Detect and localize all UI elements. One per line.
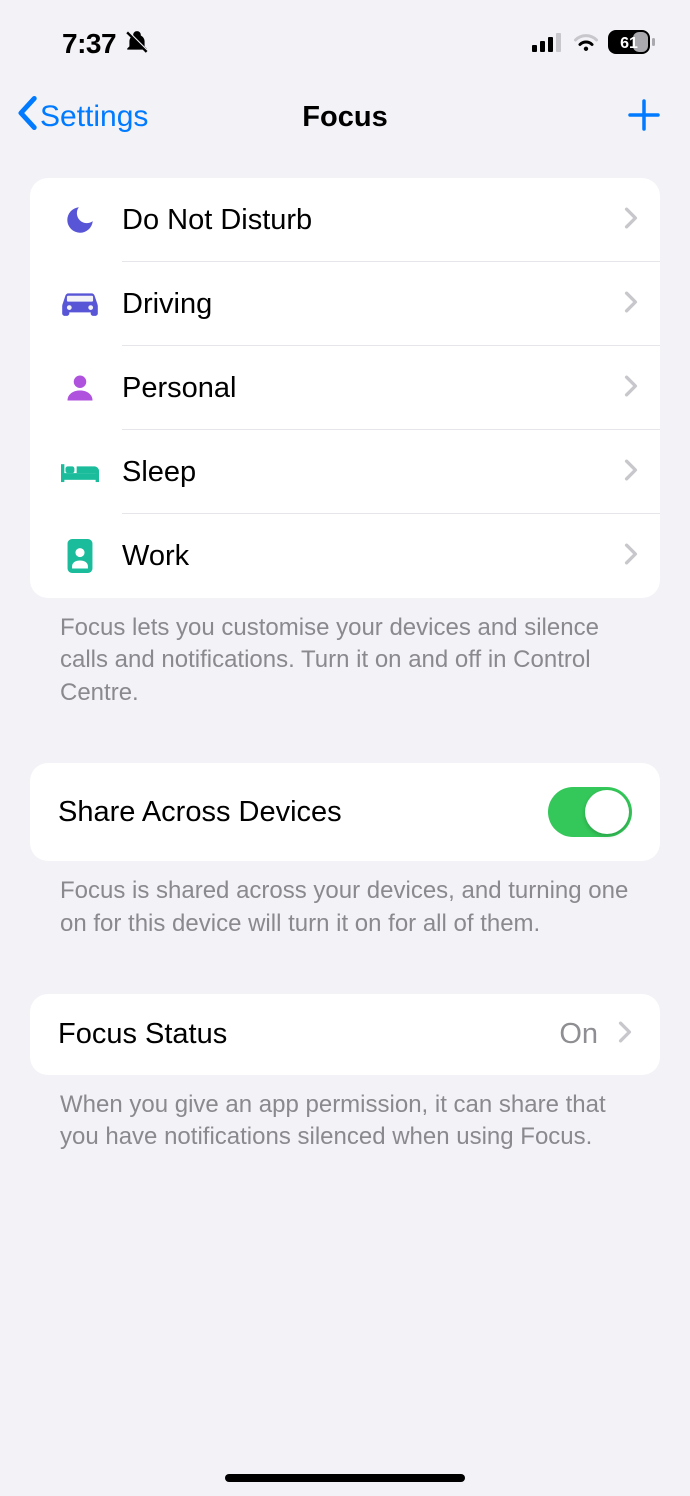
focus-modes-list: Do Not Disturb Driving <box>30 178 660 598</box>
list-label: Personal <box>122 372 624 405</box>
status-bar: 7:37 <box>0 0 690 70</box>
back-label: Settings <box>40 100 148 134</box>
focus-status-row[interactable]: Focus Status On <box>30 994 660 1075</box>
page-title: Focus <box>302 101 387 134</box>
car-icon <box>56 289 104 319</box>
focus-status-section: Focus Status On <box>30 994 660 1075</box>
focus-footer: Focus lets you customise your devices an… <box>30 598 660 709</box>
status-footer: When you give an app permission, it can … <box>30 1075 660 1154</box>
svg-text:61: 61 <box>620 35 638 52</box>
chevron-right-icon <box>624 543 638 570</box>
list-label: Work <box>122 540 624 573</box>
chevron-right-icon <box>624 207 638 234</box>
chevron-right-icon <box>624 459 638 486</box>
nav-bar: Settings Focus <box>0 70 690 158</box>
plus-icon <box>626 120 662 137</box>
focus-item-driving[interactable]: Driving <box>30 262 660 346</box>
list-label: Sleep <box>122 456 624 489</box>
badge-icon <box>56 539 104 573</box>
silent-icon <box>124 29 150 60</box>
status-right: 61 <box>532 30 656 59</box>
list-label: Driving <box>122 288 624 321</box>
moon-icon <box>56 203 104 237</box>
content: Do Not Disturb Driving <box>0 158 690 1154</box>
wifi-icon <box>572 31 600 58</box>
status-left: 7:37 <box>62 28 150 60</box>
status-time: 7:37 <box>62 28 116 60</box>
person-icon <box>56 373 104 403</box>
cellular-icon <box>532 32 564 57</box>
chevron-right-icon <box>624 375 638 402</box>
home-indicator[interactable] <box>225 1474 465 1482</box>
add-button[interactable] <box>626 97 662 138</box>
focus-item-personal[interactable]: Personal <box>30 346 660 430</box>
share-label: Share Across Devices <box>58 796 342 829</box>
share-row: Share Across Devices <box>30 763 660 861</box>
share-section: Share Across Devices <box>30 763 660 861</box>
chevron-left-icon <box>16 96 38 138</box>
focus-status-label: Focus Status <box>58 1018 227 1051</box>
toggle-knob <box>585 790 629 834</box>
focus-item-work[interactable]: Work <box>30 514 660 598</box>
chevron-right-icon <box>624 291 638 318</box>
chevron-right-icon <box>618 1021 632 1048</box>
list-label: Do Not Disturb <box>122 204 624 237</box>
share-toggle[interactable] <box>548 787 632 837</box>
focus-item-do-not-disturb[interactable]: Do Not Disturb <box>30 178 660 262</box>
focus-status-value: On <box>559 1018 598 1051</box>
focus-item-sleep[interactable]: Sleep <box>30 430 660 514</box>
share-footer: Focus is shared across your devices, and… <box>30 861 660 940</box>
bed-icon <box>56 459 104 485</box>
back-button[interactable]: Settings <box>16 96 148 138</box>
battery-icon: 61 <box>608 30 656 59</box>
